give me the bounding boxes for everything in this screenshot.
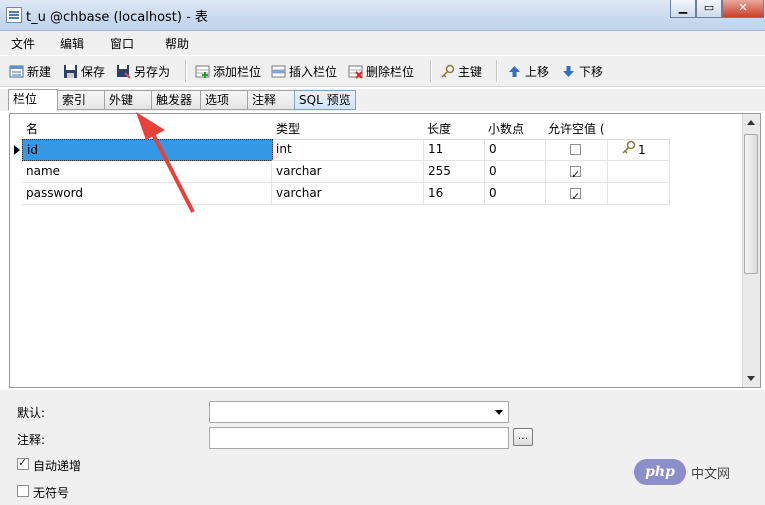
annotation-arrow: [136, 112, 195, 213]
watermark-text: 中文网: [691, 466, 731, 482]
php-logo: php: [634, 459, 686, 485]
watermark: php 中文网: [634, 459, 730, 485]
